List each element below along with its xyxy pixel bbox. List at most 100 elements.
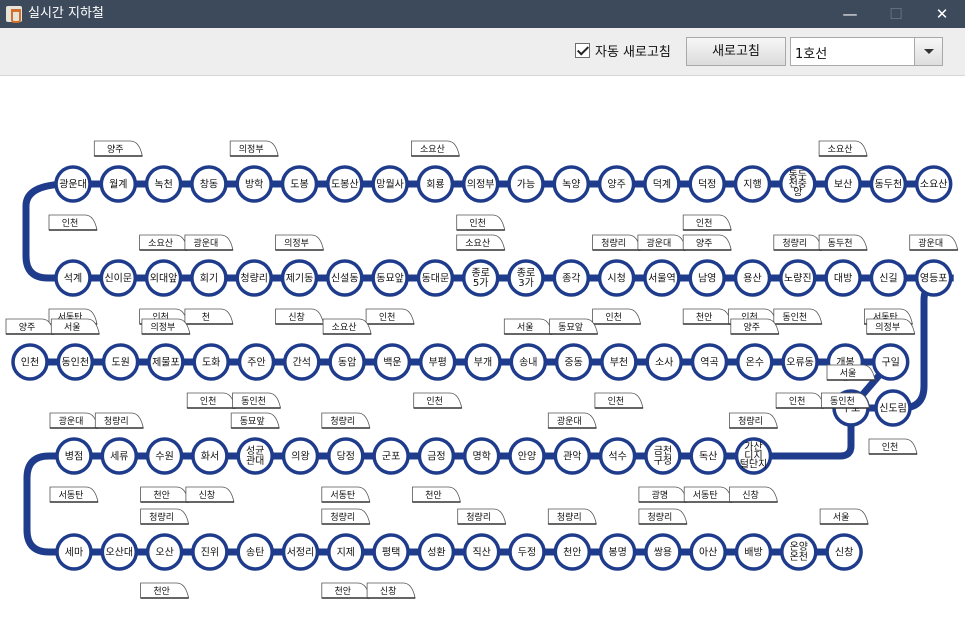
chevron-down-icon[interactable] bbox=[914, 38, 942, 65]
train-tag[interactable]: 광운대 bbox=[909, 234, 959, 251]
minimize-button[interactable]: — bbox=[827, 0, 873, 28]
station-st-ec9aa9ec82b0[interactable]: 용산 bbox=[733, 259, 772, 297]
station-st-eca491eb8f99[interactable]: 중동 bbox=[554, 343, 593, 381]
train-tag[interactable]: 인천 bbox=[594, 392, 644, 409]
station-st-eab5acec9dbc[interactable]: 구일 bbox=[871, 343, 910, 381]
station-st-ebb680eab09c[interactable]: 부개 bbox=[464, 343, 502, 381]
station-st-eb8f99ec9db8ecb29c[interactable]: 동인천 bbox=[56, 343, 95, 381]
train-tag[interactable]: 인천 bbox=[48, 214, 98, 231]
station-st-eb82a8ec9881[interactable]: 남영 bbox=[688, 259, 726, 297]
train-tag[interactable]: 청량리 bbox=[140, 508, 190, 525]
train-tag[interactable]: 천안 bbox=[412, 486, 461, 503]
train-tag[interactable]: 동인천 bbox=[232, 392, 281, 409]
station-st-eca780eca09c[interactable]: 지제 bbox=[327, 533, 365, 571]
station-st-eca285eba19c3eab080[interactable]: 종로3가 bbox=[507, 259, 545, 297]
train-tag[interactable]: 동묘앞 bbox=[549, 318, 599, 335]
refresh-button[interactable]: 새로고침 bbox=[686, 37, 786, 66]
train-tag[interactable]: 양주 bbox=[730, 318, 780, 335]
station-st-ecb0bdeb8f99[interactable]: 창동 bbox=[190, 165, 228, 203]
train-tag[interactable]: 광운대 bbox=[637, 234, 687, 251]
station-st-ec9d98ec9995[interactable]: 의왕 bbox=[281, 437, 320, 475]
train-tag[interactable]: 신창 bbox=[729, 486, 778, 503]
train-tag[interactable]: 청량리 bbox=[94, 412, 144, 429]
station-st-ec84b8eba598[interactable]: 세류 bbox=[100, 437, 139, 475]
station-st-eb8f99ec9594[interactable]: 동암 bbox=[328, 343, 366, 381]
station-st-ec8ba0ecb0bd[interactable]: 신창 bbox=[825, 533, 863, 571]
station-st-ec84b1ed9998[interactable]: 성환 bbox=[417, 533, 456, 571]
station-st-eb8f84ebb489[interactable]: 도봉 bbox=[280, 165, 319, 203]
station-st-ecb29cec9588[interactable]: 천안 bbox=[553, 533, 592, 571]
station-st-ec849deab384[interactable]: 석계 bbox=[54, 259, 92, 297]
auto-refresh-checkbox[interactable]: 자동 새로고침 bbox=[575, 41, 671, 60]
train-tag[interactable]: 소요산 bbox=[411, 140, 460, 157]
train-tag[interactable]: 광명 bbox=[638, 486, 688, 503]
checkbox-checked-icon[interactable] bbox=[575, 42, 590, 58]
station-st-ec868cec9a94ec82b0[interactable]: 소요산 bbox=[914, 165, 953, 203]
station-st-ec84b8eba788[interactable]: 세마 bbox=[55, 533, 93, 571]
station-st-eb8f85ec82b0[interactable]: 독산 bbox=[689, 437, 727, 475]
station-st-eb8f84ec9b90[interactable]: 도원 bbox=[101, 343, 140, 381]
station-st-eca780ed9689[interactable]: 지행 bbox=[733, 165, 772, 203]
station-st-ebb680ed8f89[interactable]: 부평 bbox=[418, 343, 457, 381]
station-st-ec9691eca3bc[interactable]: 양주 bbox=[597, 165, 636, 203]
station-st-ebb489ebaa85[interactable]: 봉명 bbox=[598, 533, 637, 571]
station-st-ec9db8ecb29c[interactable]: 인천 bbox=[11, 343, 49, 381]
train-tag[interactable]: 인천 bbox=[413, 392, 463, 409]
station-st-ebb680ecb29c[interactable]: 부천 bbox=[600, 343, 638, 381]
station-st-eb8f99ebac98ec959e[interactable]: 동묘앞 bbox=[371, 259, 409, 297]
train-tag[interactable]: 청량리 bbox=[592, 234, 642, 251]
train-tag[interactable]: 소요산 bbox=[818, 140, 868, 157]
train-tag[interactable]: 동묘앞 bbox=[230, 412, 280, 429]
station-st-ec8ba0eb8f84eba6bc[interactable]: 신도림 bbox=[874, 389, 912, 427]
train-tag[interactable]: 의정부 bbox=[229, 140, 279, 157]
station-st-ec8ba0ec84a4eb8f99[interactable]: 신설동 bbox=[326, 259, 364, 297]
train-tag[interactable]: 천 bbox=[184, 308, 234, 325]
station-st-eba79dec9b94ec82ac[interactable]: 망월사 bbox=[371, 165, 409, 203]
station-st-ebb0b0ebb0a9[interactable]: 배방 bbox=[734, 533, 773, 571]
train-tag[interactable]: 양주 bbox=[93, 140, 143, 157]
station-st-eca285eba19c5eab080[interactable]: 종로5가 bbox=[461, 259, 500, 297]
station-st-ed9a8ceba3a1[interactable]: 회룡 bbox=[416, 165, 455, 203]
train-tag[interactable]: 천안 bbox=[140, 486, 190, 503]
station-st-ec86a1ed8384[interactable]: 송탄 bbox=[236, 533, 274, 571]
station-st-eb85b8eb9f89eca784[interactable]: 노량진 bbox=[779, 259, 817, 297]
station-st-eb8f99eb8c80ebacb8[interactable]: 동대문 bbox=[416, 259, 455, 297]
station-st-eca784ec9c84[interactable]: 진위 bbox=[191, 533, 229, 571]
station-st-eab491ec9ab4eb8c80[interactable]: 광운대 bbox=[54, 165, 92, 203]
close-button[interactable]: ✕ bbox=[919, 0, 965, 28]
train-tag[interactable]: 양주 bbox=[682, 234, 732, 251]
train-tag[interactable]: 청량리 bbox=[547, 508, 597, 525]
train-tag[interactable]: 동인천 bbox=[821, 392, 870, 409]
station-st-ebb391eca090[interactable]: 병점 bbox=[55, 437, 93, 475]
train-tag[interactable]: 천안 bbox=[140, 582, 190, 599]
train-tag[interactable]: 소요산 bbox=[139, 234, 189, 251]
title-bar[interactable]: 실시간 지하철 — ☐ ✕ bbox=[0, 0, 965, 28]
train-tag[interactable]: 신창 bbox=[366, 582, 416, 599]
station-st-ec8898ec9b90[interactable]: 수원 bbox=[145, 437, 184, 475]
station-st-eab080eb8aa5[interactable]: 가능 bbox=[507, 165, 545, 203]
station-st-ec8c8dec9aa9[interactable]: 쌍용 bbox=[644, 533, 682, 571]
station-st-eb8f99eb9190ecb29c[interactable]: 동두천 bbox=[869, 165, 908, 203]
train-tag[interactable]: 인천 bbox=[186, 392, 236, 409]
station-st-ec97adeab3a1[interactable]: 역곡 bbox=[690, 343, 729, 381]
station-st-eca285eab081[interactable]: 종각 bbox=[552, 259, 591, 297]
auto-refresh-label[interactable]: 자동 새로고침 bbox=[595, 41, 671, 60]
train-tag[interactable]: 청량리 bbox=[321, 508, 371, 525]
train-tag[interactable]: 인천 bbox=[456, 214, 506, 231]
station-st-ec84b1eab7a0eab480eb8c80[interactable]: 성균관대 bbox=[236, 437, 274, 475]
station-st-eca09ceab8b0eb8f99[interactable]: 제기동 bbox=[280, 259, 319, 297]
station-st-eb85b9ecb29c[interactable]: 녹천 bbox=[144, 165, 183, 203]
train-tag[interactable]: 인천 bbox=[592, 308, 642, 325]
train-tag[interactable]: 서동탄 bbox=[683, 486, 733, 503]
station-st-ebaa85ed9599[interactable]: 명학 bbox=[462, 437, 501, 475]
train-tag[interactable]: 동두천 bbox=[818, 234, 868, 251]
train-tag[interactable]: 의정부 bbox=[866, 318, 916, 335]
train-tag[interactable]: 청량리 bbox=[457, 508, 507, 525]
station-st-eb8f99eb9190ecb29ceca491ec9599[interactable]: 동두천중앙 bbox=[779, 165, 817, 203]
train-tag[interactable]: 천안 bbox=[321, 582, 371, 599]
station-st-eb8d95eab384[interactable]: 덕계 bbox=[643, 165, 681, 203]
train-tag[interactable]: 인천 bbox=[775, 392, 825, 409]
station-st-ec9584ec82b0[interactable]: 아산 bbox=[689, 533, 727, 571]
station-st-eb9190eca095[interactable]: 두정 bbox=[508, 533, 546, 571]
train-tag[interactable]: 광운대 bbox=[547, 412, 597, 429]
